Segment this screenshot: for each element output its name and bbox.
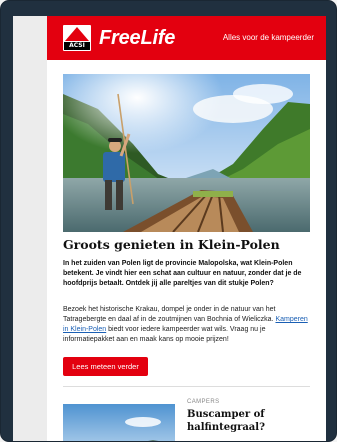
section-divider bbox=[63, 386, 310, 387]
brand-name[interactable]: FreeLife bbox=[99, 26, 175, 50]
next-article-image[interactable] bbox=[63, 404, 175, 441]
email-viewport[interactable]: ACSI FreeLife Alles voor de kampeerder G… bbox=[13, 16, 326, 441]
article-body: Bezoek het historische Krakau, dompel je… bbox=[63, 305, 313, 345]
hero-image[interactable] bbox=[63, 74, 310, 232]
header-tagline: Alles voor de kampeerder bbox=[222, 33, 314, 42]
article-body-text-1: Bezoek het historische Krakau, dompel je… bbox=[63, 306, 276, 323]
acsi-logo-text: ACSI bbox=[64, 42, 90, 50]
tent-icon bbox=[65, 27, 89, 41]
next-article-category: CAMPERS bbox=[187, 399, 220, 405]
acsi-logo[interactable]: ACSI bbox=[63, 25, 91, 51]
article-intro: In het zuiden van Polen ligt de provinci… bbox=[63, 260, 302, 287]
device-frame: ACSI FreeLife Alles voor de kampeerder G… bbox=[0, 0, 337, 442]
next-article-title[interactable]: Buscamper of halfintegraal? bbox=[187, 408, 307, 434]
read-more-button[interactable]: Lees meteen verder bbox=[63, 357, 148, 376]
newsletter-header: ACSI FreeLife Alles voor de kampeerder bbox=[47, 16, 326, 60]
article-card: Groots genieten in Klein-Polen In het zu… bbox=[47, 60, 326, 441]
article-title[interactable]: Groots genieten in Klein-Polen bbox=[63, 236, 313, 253]
